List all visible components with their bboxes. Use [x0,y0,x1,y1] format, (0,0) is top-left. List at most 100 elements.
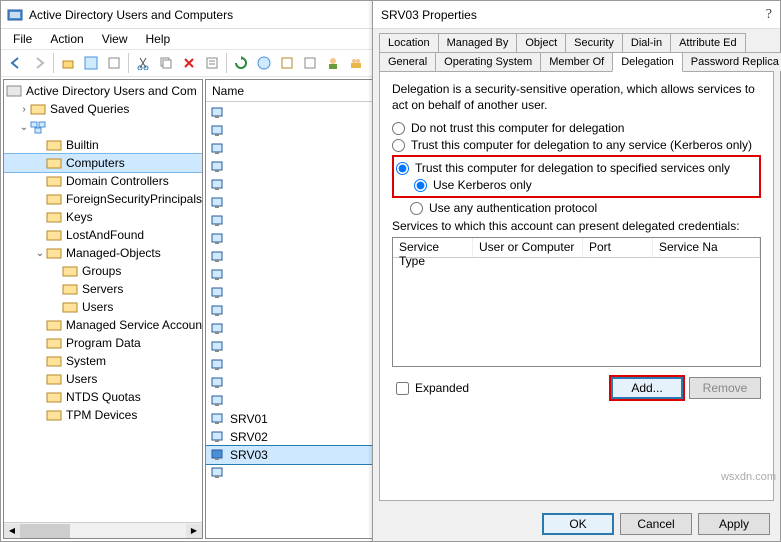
tab-attribute-ed[interactable]: Attribute Ed [670,33,745,52]
remove-button: Remove [689,377,761,399]
computer-icon [210,376,226,390]
ok-button[interactable]: OK [542,513,614,535]
tab-general[interactable]: General [379,52,436,71]
tab-managed-by[interactable]: Managed By [438,33,518,52]
tab-strip: LocationManaged ByObjectSecurityDial-inA… [379,33,774,71]
tree-node-servers[interactable]: Servers [4,280,202,298]
computer-icon [210,430,226,444]
tab-security[interactable]: Security [565,33,623,52]
folder-icon [46,228,62,242]
collapse-icon[interactable]: ⌄ [18,122,30,133]
col-service-name[interactable]: Service Na [653,238,760,257]
tree-node-foreignsecurityprincipals[interactable]: ForeignSecurityPrincipals [4,190,202,208]
apply-button[interactable]: Apply [698,513,770,535]
copy-button[interactable] [155,52,177,74]
radio-trust-specified[interactable]: Trust this computer for delegation to sp… [396,161,757,175]
cancel-button[interactable]: Cancel [620,513,692,535]
tree-h-scrollbar[interactable]: ◀ ▶ [4,522,202,538]
folder-icon [46,156,62,170]
find-button[interactable] [276,52,298,74]
filter-button[interactable] [299,52,321,74]
tree-root[interactable]: Active Directory Users and Com [4,82,202,100]
watermark: wsxdn.com [721,471,776,483]
tab-operating-system[interactable]: Operating System [435,52,541,71]
folder-icon [46,354,62,368]
computer-icon [210,394,226,408]
col-port[interactable]: Port [583,238,653,257]
cut-button[interactable] [132,52,154,74]
computer-icon [210,358,226,372]
col-user-computer[interactable]: User or Computer [473,238,583,257]
scroll-thumb[interactable] [20,524,70,538]
services-label: Services to which this account can prese… [392,219,761,233]
folder-icon [46,408,62,422]
tree-node-ntds-quotas[interactable]: NTDS Quotas [4,388,202,406]
tree-node-computers[interactable]: Computers [4,154,202,172]
tree-node-managed-objects[interactable]: ⌄Managed-Objects [4,244,202,262]
tree-node-users[interactable]: Users [4,370,202,388]
tree-node-keys[interactable]: Keys [4,208,202,226]
back-button[interactable] [5,52,27,74]
tree-domain[interactable]: ⌄ [4,118,202,136]
tab-dial-in[interactable]: Dial-in [622,33,671,52]
tab-delegation[interactable]: Delegation [612,52,683,72]
computer-icon [210,412,226,426]
menu-file[interactable]: File [5,30,40,48]
expand-icon[interactable]: › [18,104,30,115]
new-group-button[interactable] [345,52,367,74]
refresh-button[interactable] [230,52,252,74]
menu-help[interactable]: Help [138,30,179,48]
tree-node-users[interactable]: Users [4,298,202,316]
up-button[interactable] [57,52,79,74]
folder-icon [62,300,78,314]
properties-dialog: SRV03 Properties ? LocationManaged ByObj… [372,0,781,542]
window-title: Active Directory Users and Computers [29,8,233,22]
export-list-button[interactable] [103,52,125,74]
tree-node-program-data[interactable]: Program Data [4,334,202,352]
menu-view[interactable]: View [94,30,136,48]
delete-button[interactable] [178,52,200,74]
tree-node-tpm-devices[interactable]: TPM Devices [4,406,202,424]
col-service-type[interactable]: Service Type [393,238,473,257]
radio-any-auth[interactable]: Use any authentication protocol [392,201,761,215]
dialog-titlebar[interactable]: SRV03 Properties ? [373,1,780,29]
tab-location[interactable]: Location [379,33,439,52]
help-button[interactable] [253,52,275,74]
expanded-checkbox[interactable]: Expanded [392,379,469,398]
computer-icon [210,466,226,480]
tree-node-builtin[interactable]: Builtin [4,136,202,154]
folder-icon [46,174,62,188]
tree-node-domain-controllers[interactable]: Domain Controllers [4,172,202,190]
services-list[interactable]: Service Type User or Computer Port Servi… [392,237,761,367]
tree-node-groups[interactable]: Groups [4,262,202,280]
tab-object[interactable]: Object [516,33,566,52]
tree-node-managed-service-accoun[interactable]: Managed Service Accoun [4,316,202,334]
menu-action[interactable]: Action [42,30,91,48]
computer-icon [210,196,226,210]
computer-icon [210,124,226,138]
help-icon[interactable]: ? [766,7,772,23]
tab-password-replica[interactable]: Password Replica [682,52,781,71]
forward-button[interactable] [28,52,50,74]
tree-pane[interactable]: Active Directory Users and Com › Saved Q… [3,79,203,539]
add-button[interactable]: Add... [611,377,683,399]
collapse-icon[interactable]: ⌄ [34,248,46,259]
folder-icon [46,138,62,152]
computer-icon [210,178,226,192]
radio-trust-any[interactable]: Trust this computer for delegation to an… [392,138,761,152]
domain-icon [30,120,46,134]
folder-icon [46,210,62,224]
radio-kerberos-only[interactable]: Use Kerberos only [396,178,757,192]
scroll-right-arrow[interactable]: ▶ [186,524,202,538]
new-user-button[interactable] [322,52,344,74]
properties-button[interactable] [201,52,223,74]
show-hide-tree-button[interactable] [80,52,102,74]
folder-icon [62,282,78,296]
radio-no-trust[interactable]: Do not trust this computer for delegatio… [392,121,761,135]
scroll-left-arrow[interactable]: ◀ [4,524,20,538]
tree-node-lostandfound[interactable]: LostAndFound [4,226,202,244]
tab-member-of[interactable]: Member Of [540,52,613,71]
computer-icon [210,268,226,282]
tree-node-system[interactable]: System [4,352,202,370]
tree-saved-queries[interactable]: › Saved Queries [4,100,202,118]
